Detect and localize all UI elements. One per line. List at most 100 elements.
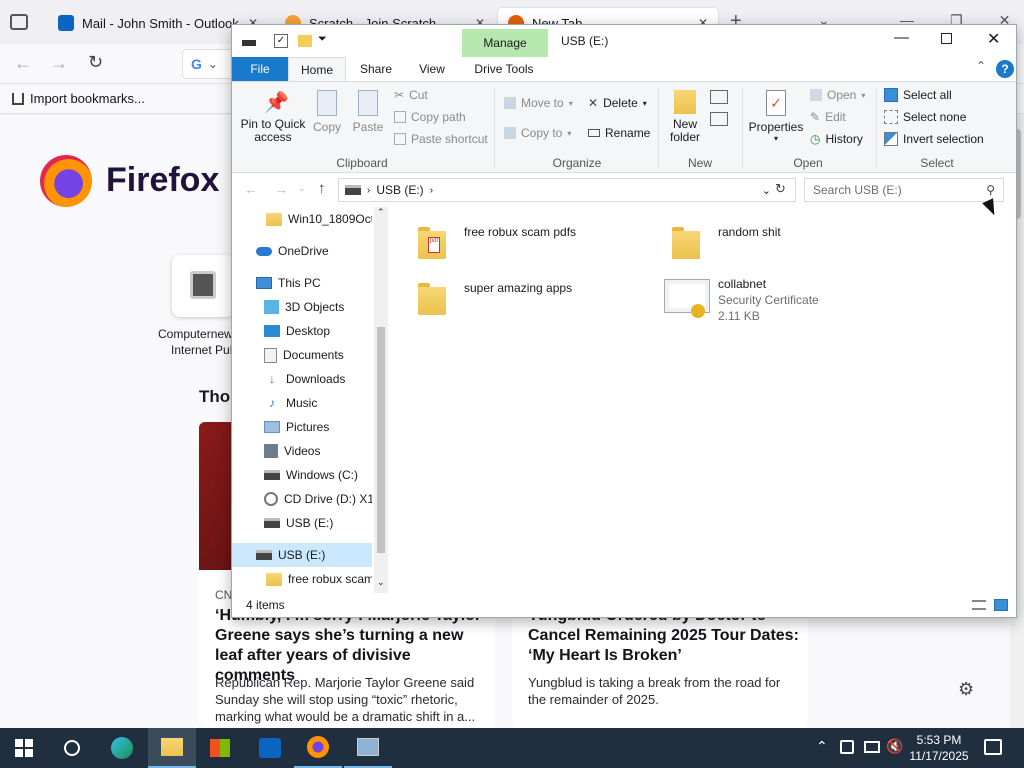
import-bookmarks-link[interactable]: Import bookmarks... [30, 91, 145, 106]
clock[interactable]: 5:53 PM 11/17/2025 [908, 732, 970, 764]
nav-item-pictures[interactable]: Pictures [232, 415, 372, 439]
nav-label: 3D Objects [285, 300, 345, 314]
minimize-icon[interactable]: — [894, 29, 909, 46]
ribbon-separator [876, 88, 877, 168]
invert-selection-label: Invert selection [903, 132, 984, 146]
search-button[interactable] [48, 728, 96, 768]
taskbar-file-explorer[interactable] [148, 728, 196, 768]
help-icon[interactable]: ? [996, 60, 1014, 78]
copy-button[interactable]: Copy [310, 90, 344, 134]
tab-drive-tools[interactable]: Drive Tools [464, 57, 544, 81]
taskbar-edge[interactable] [98, 728, 146, 768]
maximize-icon[interactable] [941, 33, 952, 44]
nav-item-cd-drive[interactable]: CD Drive (D:) X1( [232, 487, 372, 511]
properties-button[interactable]: ✓ Properties ▾ [746, 90, 806, 143]
qa-chevron-icon[interactable]: ⏷ [318, 33, 327, 46]
tab-home[interactable]: Home [288, 57, 346, 82]
chevron-up-icon[interactable]: ⌃ [976, 59, 986, 73]
file-item[interactable]: pdf free robux scam pdfs [414, 221, 644, 265]
taskbar-control-panel[interactable] [344, 728, 392, 768]
select-none-button[interactable]: Select none [884, 110, 966, 124]
nav-item-music[interactable]: ♪ Music [232, 391, 372, 415]
details-view-icon[interactable] [972, 600, 986, 610]
brand-name: Firefox [106, 161, 220, 199]
nav-item-videos[interactable]: Videos [232, 439, 372, 463]
invert-selection-button[interactable]: Invert selection [884, 132, 984, 146]
nav-item-onedrive[interactable]: OneDrive [232, 239, 372, 263]
refresh-icon[interactable]: ↻ [775, 181, 786, 197]
chevron-up-icon[interactable]: ⌃ [377, 207, 385, 218]
delete-button[interactable]: ✕ Delete ▾ [588, 96, 647, 110]
chevron-up-icon[interactable]: ⌃ [816, 738, 828, 755]
navigation-pane: Win10_1809Oct_ OneDrive This PC 3D Objec… [232, 207, 388, 593]
open-button[interactable]: Open ▾ [810, 88, 865, 102]
new-item-icon[interactable] [710, 90, 728, 104]
select-all-button[interactable]: Select all [884, 88, 952, 102]
scrollbar-thumb[interactable] [377, 327, 385, 553]
file-item[interactable]: random shit [668, 221, 868, 265]
group-label-clipboard: Clipboard [336, 156, 388, 170]
recent-locations-icon[interactable]: ⌄ [298, 183, 306, 194]
meet-now-icon[interactable] [840, 740, 854, 754]
edit-button[interactable]: ✎ Edit [810, 110, 846, 124]
cut-button[interactable]: ✂ Cut [394, 88, 428, 102]
nav-item-desktop[interactable]: Desktop [232, 319, 372, 343]
paste-button[interactable]: Paste [350, 90, 386, 134]
address-bar[interactable]: › USB (E:) › ⌄ [338, 178, 796, 202]
breadcrumb-usb[interactable]: USB (E:) [376, 183, 423, 197]
notifications-icon[interactable] [984, 739, 1002, 755]
nav-item-documents[interactable]: Documents [232, 343, 372, 367]
tab-view[interactable]: View [406, 57, 458, 81]
file-item[interactable]: super amazing apps [414, 277, 644, 321]
nav-label: Documents [283, 348, 344, 362]
cd-drive-icon [264, 492, 278, 506]
easy-access-icon[interactable] [710, 112, 728, 126]
nav-item-3d-objects[interactable]: 3D Objects [232, 295, 372, 319]
close-icon[interactable]: ✕ [987, 29, 1000, 49]
pin-to-quick-access-button[interactable]: 📌 Pin to Quick access [238, 90, 308, 144]
tab-file[interactable]: File [232, 57, 288, 81]
nav-scrollbar[interactable]: ⌃ ⌄ [374, 207, 388, 593]
paste-shortcut-button[interactable]: Paste shortcut [394, 132, 488, 146]
new-folder-button[interactable]: New folder [664, 90, 706, 144]
start-button[interactable] [0, 728, 48, 768]
large-icons-view-icon[interactable] [994, 599, 1008, 611]
nav-item-this-pc[interactable]: This PC [232, 271, 372, 295]
properties-qa-icon[interactable]: ✓ [274, 34, 288, 48]
tab-title: Mail - John Smith - Outlook [82, 15, 239, 31]
story-excerpt: Republican Rep. Marjorie Taylor Greene s… [215, 675, 476, 724]
chevron-down-icon[interactable]: ⌄ [377, 577, 385, 588]
search-input[interactable]: Search USB (E:) ⚲ [804, 178, 1004, 202]
nav-item-usb-e[interactable]: USB (E:) [232, 543, 372, 567]
taskbar-outlook[interactable] [246, 728, 294, 768]
shortcut-tile[interactable] [172, 255, 234, 317]
speaker-muted-icon[interactable]: 🔇 [886, 738, 903, 755]
tab-share[interactable]: Share [350, 57, 402, 81]
nav-item-downloads[interactable]: ↓ Downloads [232, 367, 372, 391]
taskbar-firefox[interactable] [294, 728, 342, 768]
folder-qa-icon[interactable] [298, 35, 312, 47]
copy-path-button[interactable]: Copy path [394, 110, 466, 124]
back-icon[interactable]: ← [244, 181, 258, 197]
back-icon[interactable]: ← [14, 53, 32, 74]
network-icon[interactable] [864, 741, 880, 753]
forward-icon[interactable]: → [50, 53, 68, 74]
nav-item-free-robux[interactable]: free robux scam [232, 567, 372, 591]
nav-item-usb-e-sub[interactable]: USB (E:) [232, 511, 372, 535]
forward-icon[interactable]: → [274, 181, 288, 197]
tab-list-icon[interactable] [10, 14, 28, 30]
history-button[interactable]: ◷ History [810, 132, 863, 146]
file-item[interactable]: collabnet Security Certificate 2.11 KB [664, 273, 884, 331]
gear-icon[interactable]: ⚙ [958, 679, 974, 700]
manage-tab[interactable]: Manage [462, 29, 548, 57]
reload-icon[interactable]: ↻ [88, 52, 103, 73]
nav-item-windows-c[interactable]: Windows (C:) [232, 463, 372, 487]
folder-icon [266, 572, 282, 586]
rename-button[interactable]: Rename [588, 126, 650, 140]
up-icon[interactable]: ↑ [318, 180, 326, 197]
taskbar-store[interactable] [196, 728, 244, 768]
copy-to-button[interactable]: Copy to ▾ [504, 126, 571, 140]
move-to-button[interactable]: Move to ▾ [504, 96, 573, 110]
chevron-down-icon[interactable]: ⌄ [762, 184, 771, 197]
nav-item-win10[interactable]: Win10_1809Oct_ [232, 207, 372, 231]
